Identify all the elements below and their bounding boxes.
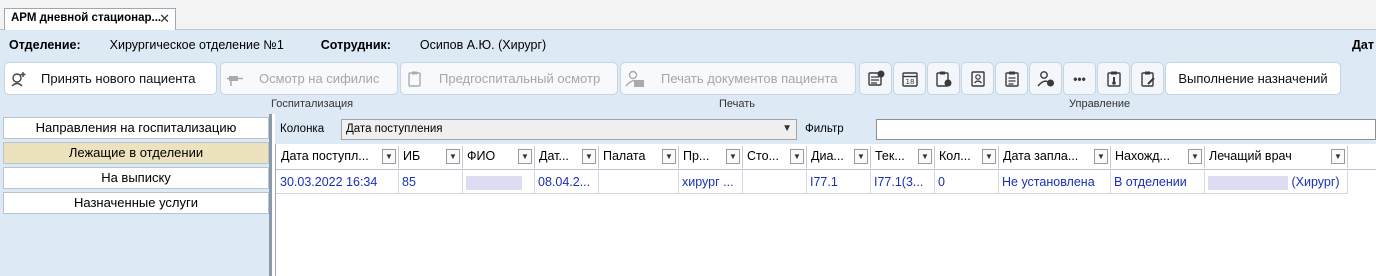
clipboard-download-icon[interactable] <box>927 62 960 95</box>
doctor-role: (Хирург) <box>1291 175 1340 189</box>
column-select[interactable]: Дата поступления ▼ <box>341 119 797 140</box>
grid-header: Дата поступл... ▼ ИБ ▼ ФИО ▼ Дат... ▼ Палата… <box>276 144 1376 170</box>
app-window: АРМ дневной стационар... ✕ Отделение: Хи… <box>0 0 1376 276</box>
nav-in-department[interactable]: Лежащие в отделении <box>3 142 269 164</box>
filter-dropdown-icon[interactable]: ▼ <box>662 149 676 164</box>
info-row: Отделение: Хирургическое отделение №1 Со… <box>9 38 546 52</box>
filter-bar: Колонка Дата поступления ▼ Фильтр <box>275 114 1376 144</box>
filter-dropdown-icon[interactable]: ▼ <box>1188 149 1202 164</box>
thermometer-icon[interactable] <box>1097 62 1130 95</box>
cell-admission-date: 30.03.2022 16:34 <box>277 170 399 194</box>
header-panel: Отделение: Хирургическое отделение №1 Со… <box>0 30 1376 114</box>
filter-dropdown-icon[interactable]: ▼ <box>918 149 932 164</box>
execution-assignments-label: Выполнение назначений <box>1178 71 1328 86</box>
date-label: Дат <box>1352 38 1374 52</box>
col-header-date[interactable]: Дат... ▼ <box>535 146 599 168</box>
department-label: Отделение: <box>9 38 81 52</box>
id-card-icon[interactable] <box>961 62 994 95</box>
col-header-current[interactable]: Тек... ▼ <box>871 146 935 168</box>
more-icon[interactable]: ••• <box>1063 62 1096 95</box>
cell-diagnosis: I77.1 <box>807 170 871 194</box>
syphilis-exam-button[interactable]: Осмотр на сифилис <box>220 62 398 95</box>
prehospital-exam-label: Предгоспитальный осмотр <box>439 71 601 86</box>
svg-text:18: 18 <box>905 78 914 86</box>
redacted-doctor-name <box>1208 175 1288 190</box>
calendar-icon[interactable]: 18 <box>893 62 926 95</box>
admit-new-patient-button[interactable]: Принять нового пациента <box>4 62 217 95</box>
col-header-cost[interactable]: Сто... ▼ <box>743 146 807 168</box>
close-icon[interactable]: ✕ <box>159 11 170 27</box>
employee-label: Сотрудник: <box>320 38 391 52</box>
tab-title: АРМ дневной стационар... <box>11 12 162 24</box>
col-header-count[interactable]: Кол... ▼ <box>935 146 999 168</box>
col-header-admission-date[interactable]: Дата поступл... ▼ <box>277 146 399 168</box>
department-value: Хирургическое отделение №1 <box>109 38 284 52</box>
clipboard-edit-icon[interactable] <box>1131 62 1164 95</box>
filter-dropdown-icon[interactable]: ▼ <box>790 149 804 164</box>
filter-dropdown-icon[interactable]: ▼ <box>1331 149 1345 164</box>
group-print: Печать <box>719 98 756 110</box>
filter-dropdown-icon[interactable]: ▼ <box>446 149 460 164</box>
filter-dropdown-icon[interactable]: ▼ <box>1094 149 1108 164</box>
filter-dropdown-icon[interactable]: ▼ <box>854 149 868 164</box>
table-row[interactable]: 30.03.2022 16:34 85 08.04.2... хирург ..… <box>276 170 1348 194</box>
cell-profile: хирург ... <box>679 170 743 194</box>
tab-strip: АРМ дневной стационар... ✕ <box>0 0 1376 30</box>
group-hospitalization: Госпитализация <box>271 98 354 110</box>
clipboard-stethoscope-icon <box>401 70 429 88</box>
group-management: Управление <box>1069 98 1131 110</box>
cell-current: I77.1(3... <box>871 170 935 194</box>
employee-value: Осипов А.Ю. (Хирург) <box>419 38 547 52</box>
filter-dropdown-icon[interactable]: ▼ <box>582 149 596 164</box>
syphilis-exam-label: Осмотр на сифилис <box>259 71 380 86</box>
cell-location: В отделении <box>1111 170 1205 194</box>
cell-doctor: (Хирург) <box>1205 170 1348 194</box>
left-nav-panel: Направления на госпитализацию Лежащие в … <box>0 114 272 276</box>
nav-hospitalization-referrals[interactable]: Направления на госпитализацию <box>3 117 269 139</box>
cell-planned-date: Не установлена <box>999 170 1111 194</box>
cell-date: 08.04.2... <box>535 170 599 194</box>
admit-new-patient-label: Принять нового пациента <box>41 71 196 86</box>
patient-transfer-icon[interactable] <box>1029 62 1062 95</box>
add-document-icon[interactable] <box>859 62 892 95</box>
tab-arm-day-hospital[interactable]: АРМ дневной стационар... ✕ <box>4 8 176 30</box>
col-header-profile[interactable]: Пр... ▼ <box>679 146 743 168</box>
filter-input[interactable] <box>876 119 1376 140</box>
print-patient-docs-label: Печать документов пациента <box>661 71 838 86</box>
print-patient-icon <box>621 70 649 88</box>
cell-cost <box>743 170 807 194</box>
column-label: Колонка <box>280 123 325 135</box>
add-patient-icon <box>5 70 33 88</box>
col-header-doctor[interactable]: Лечащий врач ▼ <box>1205 146 1348 168</box>
col-header-diagnosis[interactable]: Диа... ▼ <box>807 146 871 168</box>
filter-dropdown-icon[interactable]: ▼ <box>982 149 996 164</box>
column-select-value: Дата поступления <box>346 123 443 135</box>
cell-ward <box>599 170 679 194</box>
nav-discharge[interactable]: На выписку <box>3 167 269 189</box>
cell-count: 0 <box>935 170 999 194</box>
col-header-location[interactable]: Нахожд... ▼ <box>1111 146 1205 168</box>
nav-assigned-services[interactable]: Назначенные услуги <box>3 192 269 214</box>
print-patient-docs-button[interactable]: Печать документов пациента <box>620 62 856 95</box>
chevron-down-icon: ▼ <box>782 123 792 134</box>
col-header-ward[interactable]: Палата ▼ <box>599 146 679 168</box>
col-header-planned-date[interactable]: Дата запла... ▼ <box>999 146 1111 168</box>
filter-dropdown-icon[interactable]: ▼ <box>518 149 532 164</box>
filter-label: Фильтр <box>805 123 844 135</box>
cell-ib: 85 <box>399 170 463 194</box>
redacted-name <box>466 175 522 190</box>
clipboard-list-icon[interactable] <box>995 62 1028 95</box>
col-header-fio[interactable]: ФИО ▼ <box>463 146 535 168</box>
cell-fio <box>463 170 535 194</box>
filter-dropdown-icon[interactable]: ▼ <box>726 149 740 164</box>
syringe-icon <box>221 70 249 88</box>
patients-grid: Дата поступл... ▼ ИБ ▼ ФИО ▼ Дат... ▼ Палата… <box>275 144 1376 276</box>
col-header-ib[interactable]: ИБ ▼ <box>399 146 463 168</box>
execution-assignments-button[interactable]: Выполнение назначений <box>1165 62 1341 95</box>
filter-dropdown-icon[interactable]: ▼ <box>382 149 396 164</box>
prehospital-exam-button[interactable]: Предгоспитальный осмотр <box>400 62 618 95</box>
